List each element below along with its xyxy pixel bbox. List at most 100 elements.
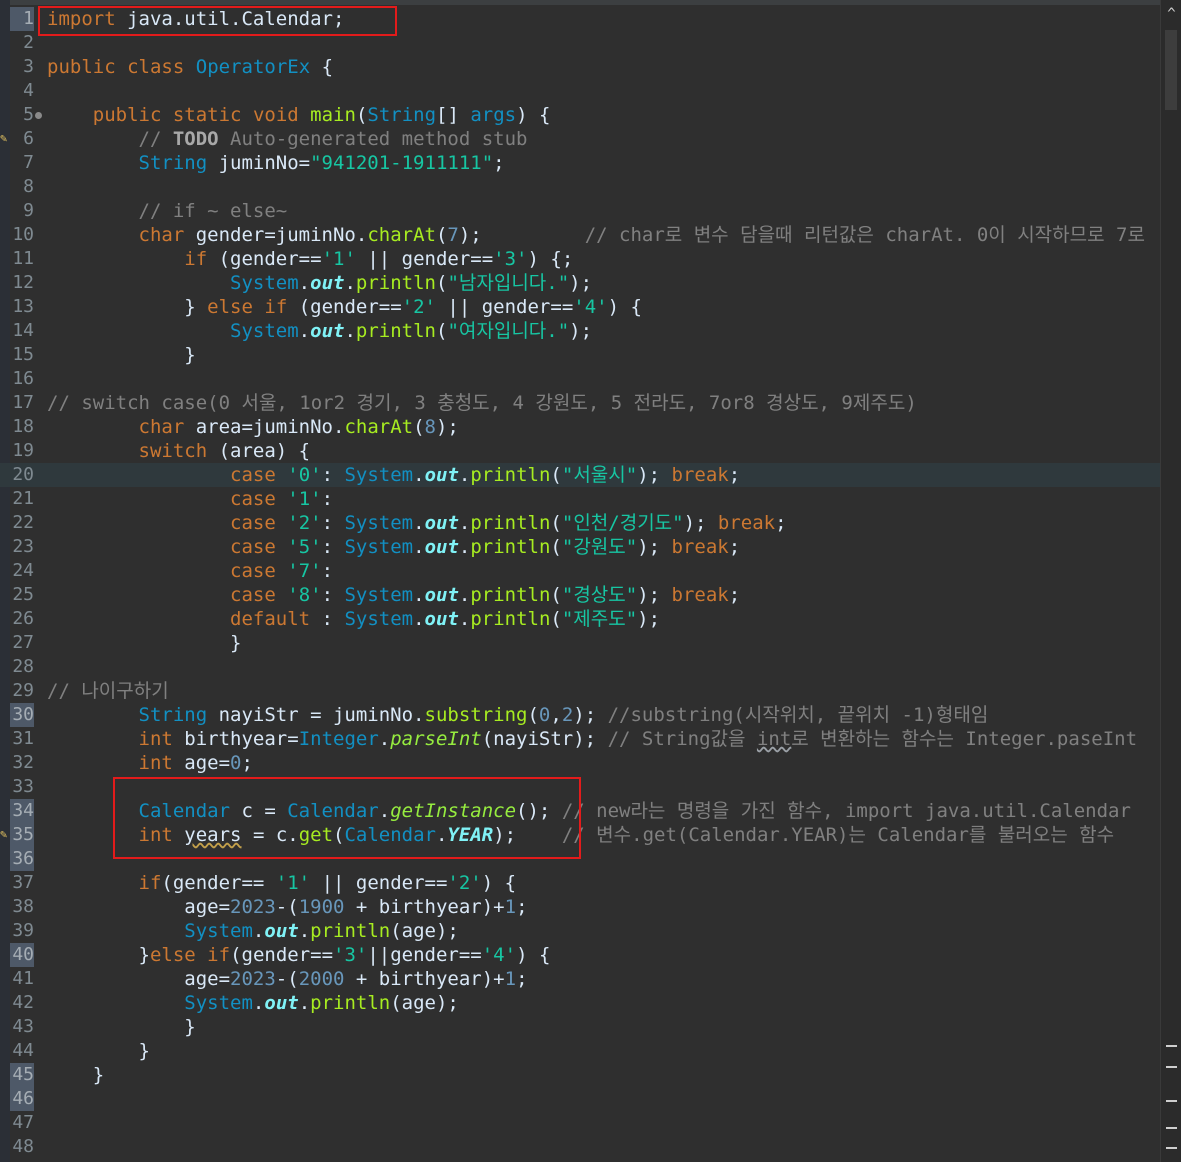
code-line[interactable]: 28 [0, 655, 1160, 679]
code-text[interactable]: System.out.println("여자입니다."); [47, 319, 592, 343]
code-line[interactable]: 16 [0, 367, 1160, 391]
code-line[interactable]: 20 case '0': System.out.println("서울시"); … [0, 463, 1160, 487]
code-line[interactable]: 44 } [0, 1039, 1160, 1063]
code-line[interactable]: 8 [0, 175, 1160, 199]
code-line[interactable]: 4 [0, 79, 1160, 103]
code-editor[interactable]: 1 import java.util.Calendar; 2 3 public clas… [0, 0, 1181, 1162]
code-line[interactable]: 10 char gender=juminNo.charAt(7); // cha… [0, 223, 1160, 247]
code-text[interactable]: char gender=juminNo.charAt(7); // char로 … [47, 223, 1145, 247]
vertical-scrollbar[interactable]: ^ [1160, 0, 1181, 1162]
code-line[interactable]: 5 public static void main(String[] args)… [0, 103, 1160, 127]
code-line[interactable]: 19 switch (area) { [0, 439, 1160, 463]
fold-toggle-icon[interactable] [35, 112, 42, 119]
overview-ruler-mark[interactable] [1166, 1045, 1177, 1047]
code-text[interactable]: switch (area) { [47, 439, 311, 463]
code-line[interactable]: 21 case '1': [0, 487, 1160, 511]
code-text[interactable]: default : System.out.println("제주도"); [47, 607, 660, 631]
code-line[interactable]: 22 case '2': System.out.println("인천/경기도"… [0, 511, 1160, 535]
code-line[interactable]: 13 } else if (gender=='2' || gender=='4'… [0, 295, 1160, 319]
code-line[interactable]: 24 case '7': [0, 559, 1160, 583]
code-text[interactable]: } [47, 1039, 150, 1063]
code-line[interactable]: 15 } [0, 343, 1160, 367]
chevron-up-icon[interactable]: ^ [1161, 6, 1181, 22]
code-line[interactable]: 32 int age=0; [0, 751, 1160, 775]
code-line[interactable]: 43 } [0, 1015, 1160, 1039]
code-line[interactable]: 1 import java.util.Calendar; [0, 7, 1160, 31]
code-line[interactable]: 7 String juminNo="941201-1911111"; [0, 151, 1160, 175]
code-line[interactable]: 6 ✎ // TODO Auto-generated method stub [0, 127, 1160, 151]
code-text[interactable]: age=2023-(1900 + birthyear)+1; [47, 895, 527, 919]
code-line[interactable]: 3 public class OperatorEx { [0, 55, 1160, 79]
code-line[interactable]: 29 // 나이구하기 [0, 679, 1160, 703]
code-text[interactable]: String nayiStr = juminNo.substring(0,2);… [47, 703, 989, 727]
code-line[interactable]: 11 if (gender=='1' || gender=='3') {; [0, 247, 1160, 271]
code-line[interactable]: 2 [0, 31, 1160, 55]
code-text[interactable]: import java.util.Calendar; [47, 7, 344, 31]
code-text[interactable]: }else if(gender=='3'||gender=='4') { [47, 943, 551, 967]
code-text[interactable]: case '8': System.out.println("경상도"); bre… [47, 583, 740, 607]
code-text[interactable]: // if ~ else~ [47, 199, 288, 223]
code-text[interactable]: public class OperatorEx { [47, 55, 333, 79]
code-text[interactable]: int age=0; [47, 751, 253, 775]
code-line[interactable]: 47 [0, 1111, 1160, 1135]
code-text[interactable]: // 나이구하기 [47, 679, 169, 703]
overview-ruler-mark[interactable] [1166, 1127, 1177, 1129]
code-line[interactable]: 42 System.out.println(age); [0, 991, 1160, 1015]
code-text[interactable]: // TODO Auto-generated method stub [47, 127, 528, 151]
code-text[interactable]: int years = c.get(Calendar.YEAR); // 변수.… [47, 823, 1115, 847]
code-line[interactable]: 17 // switch case(0 서울, 1or2 경기, 3 충청도, 4… [0, 391, 1160, 415]
code-text[interactable]: case '2': System.out.println("인천/경기도"); … [47, 511, 787, 535]
code-text[interactable]: System.out.println("남자입니다."); [47, 271, 592, 295]
code-line[interactable]: 33 [0, 775, 1160, 799]
overview-ruler-mark[interactable] [1166, 1147, 1177, 1149]
code-line[interactable]: 45 } [0, 1063, 1160, 1087]
code-line[interactable]: 14 System.out.println("여자입니다."); [0, 319, 1160, 343]
code-line[interactable]: 34 Calendar c = Calendar.getInstance(); … [0, 799, 1160, 823]
code-text[interactable]: Calendar c = Calendar.getInstance(); // … [47, 799, 1131, 823]
code-text[interactable]: case '0': System.out.println("서울시"); bre… [47, 463, 740, 487]
code-line[interactable]: 37 if(gender== '1' || gender=='2') { [0, 871, 1160, 895]
code-text[interactable]: } else if (gender=='2' || gender=='4') { [47, 295, 642, 319]
task-marker-icon[interactable]: ✎ [0, 827, 7, 841]
code-line[interactable]: 18 char area=juminNo.charAt(8); [0, 415, 1160, 439]
code-text[interactable]: if (gender=='1' || gender=='3') {; [47, 247, 573, 271]
code-text[interactable]: case '7': [47, 559, 333, 583]
code-text[interactable]: System.out.println(age); [47, 919, 459, 943]
code-line[interactable]: 41 age=2023-(2000 + birthyear)+1; [0, 967, 1160, 991]
code-text[interactable]: } [47, 1063, 104, 1087]
code-text[interactable]: String juminNo="941201-1911111"; [47, 151, 505, 175]
code-line[interactable]: 23 case '5': System.out.println("강원도"); … [0, 535, 1160, 559]
code-line[interactable]: 38 age=2023-(1900 + birthyear)+1; [0, 895, 1160, 919]
code-text[interactable]: } [47, 631, 241, 655]
code-line[interactable]: 31 int birthyear=Integer.parseInt(nayiSt… [0, 727, 1160, 751]
code-line[interactable]: 9 // if ~ else~ [0, 199, 1160, 223]
code-text[interactable]: int birthyear=Integer.parseInt(nayiStr);… [47, 727, 1138, 751]
code-text[interactable]: char area=juminNo.charAt(8); [47, 415, 459, 439]
code-text[interactable]: } [47, 1015, 195, 1039]
code-line[interactable]: 27 } [0, 631, 1160, 655]
code-line[interactable]: 12 System.out.println("남자입니다."); [0, 271, 1160, 295]
code-line[interactable]: 36 [0, 847, 1160, 871]
code-text[interactable]: // switch case(0 서울, 1or2 경기, 3 충청도, 4 강… [47, 391, 917, 415]
code-text[interactable]: } [47, 343, 195, 367]
code-line[interactable]: 25 case '8': System.out.println("경상도"); … [0, 583, 1160, 607]
code-line[interactable]: 46 [0, 1087, 1160, 1111]
code-line[interactable]: 48 [0, 1135, 1160, 1159]
overview-ruler-mark[interactable] [1166, 1066, 1177, 1068]
code-line[interactable]: 30 String nayiStr = juminNo.substring(0,… [0, 703, 1160, 727]
code-line[interactable]: 40 }else if(gender=='3'||gender=='4') { [0, 943, 1160, 967]
overview-ruler-mark[interactable] [1166, 1100, 1177, 1102]
code-text[interactable]: System.out.println(age); [47, 991, 459, 1015]
scrollbar-thumb[interactable] [1165, 30, 1177, 110]
code-line[interactable]: 26 default : System.out.println("제주도"); [0, 607, 1160, 631]
code-text[interactable]: age=2023-(2000 + birthyear)+1; [47, 967, 527, 991]
code-text[interactable]: case '5': System.out.println("강원도"); bre… [47, 535, 740, 559]
code-text[interactable]: if(gender== '1' || gender=='2') { [47, 871, 517, 895]
code-text[interactable]: case '1': [47, 487, 333, 511]
code-line[interactable]: 35 ✎ int years = c.get(Calendar.YEAR); //… [0, 823, 1160, 847]
code-text[interactable]: public static void main(String[] args) { [47, 103, 551, 127]
code-line[interactable]: 39 System.out.println(age); [0, 919, 1160, 943]
task-marker-icon[interactable]: ✎ [0, 131, 7, 145]
